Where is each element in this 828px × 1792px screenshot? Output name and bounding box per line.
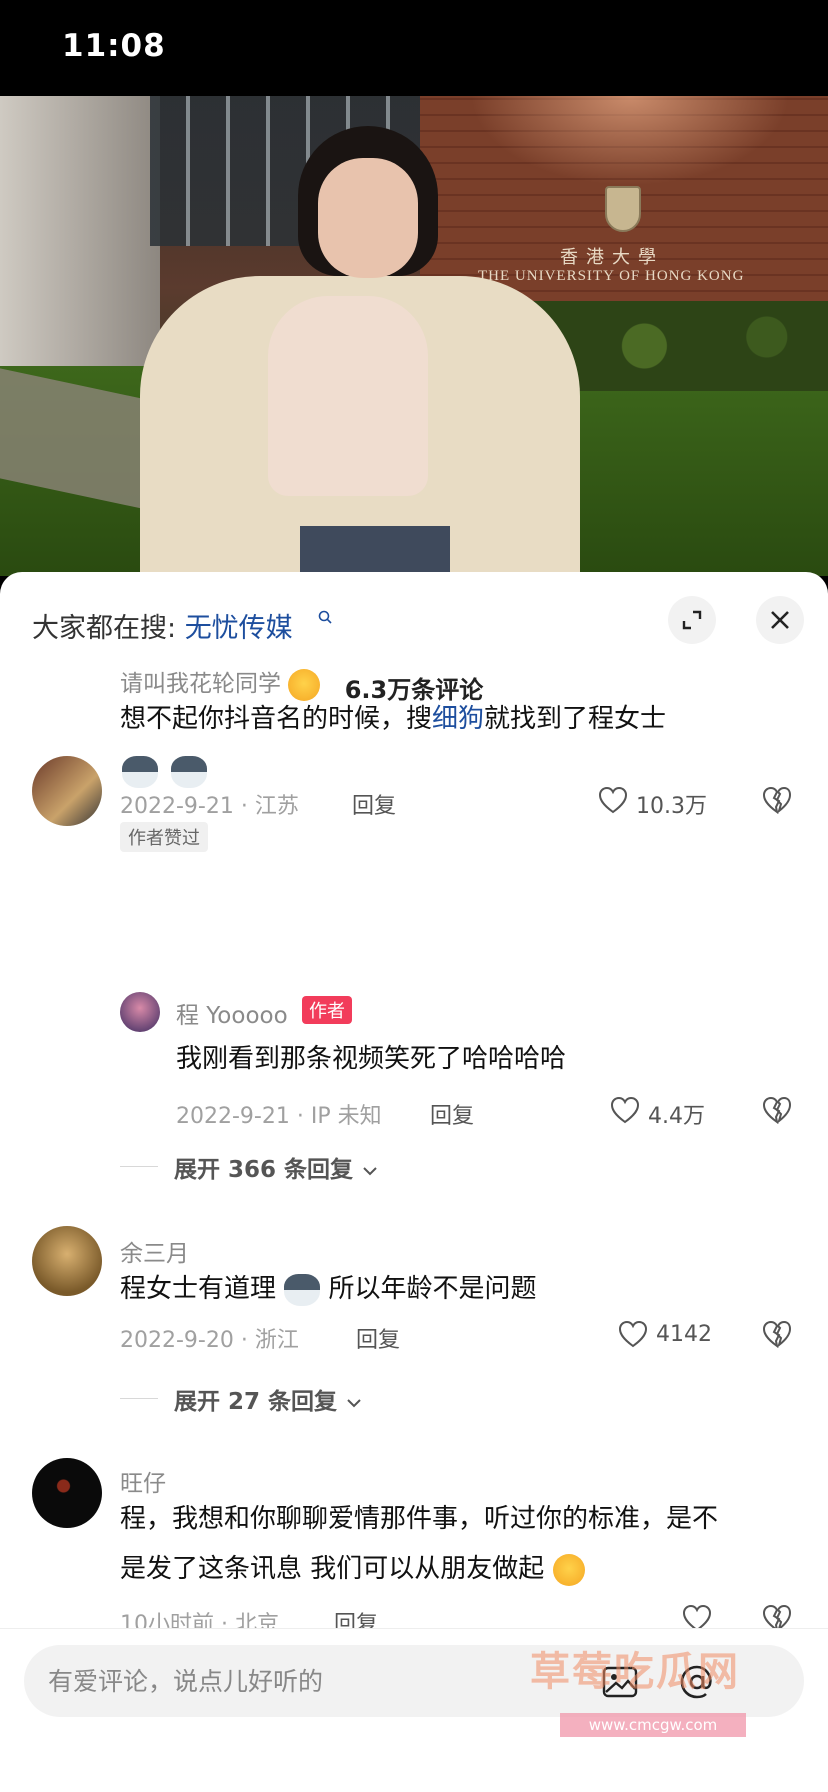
person-face: [318, 158, 418, 278]
reply-text: 我刚看到那条视频笑死了哈哈哈哈: [176, 1044, 567, 1074]
comment-text-part: 是发了这条讯息 我们可以从朋友做起: [120, 1554, 545, 1584]
sign-chinese: 香港大學: [560, 247, 664, 268]
husky-emoji-icon: [171, 756, 208, 788]
expand-replies-label: 展开 366 条回复: [174, 1157, 354, 1183]
reply-button[interactable]: 回复: [356, 1322, 400, 1354]
avatar[interactable]: [120, 992, 160, 1032]
close-button[interactable]: [756, 596, 804, 644]
comment-date-location: 2022-9-21 · 江苏: [120, 794, 299, 819]
like-heart-icon[interactable]: [618, 1320, 648, 1348]
like-heart-icon[interactable]: [610, 1096, 640, 1124]
comment-text-part: 所以年龄不是问题: [328, 1274, 537, 1304]
author-liked-badge: 作者赞过: [120, 822, 208, 852]
comment-sheet: 大家都在搜: 无忧传媒 6.3万条评论 请叫我花轮同学 想不起你抖音名的时候，搜…: [0, 572, 828, 1792]
reply-button[interactable]: 回复: [430, 1098, 474, 1130]
expand-button[interactable]: [668, 596, 716, 644]
dislike-broken-heart-icon[interactable]: [762, 786, 792, 814]
video-wall-light: [470, 96, 790, 186]
status-time: 11:08: [62, 28, 166, 64]
reply-username[interactable]: 程 Yooooo: [176, 996, 288, 1030]
search-suggestion-term[interactable]: 无忧传媒: [185, 613, 293, 644]
comment-text-part: 想不起你抖音名的时候，搜: [120, 704, 433, 734]
watermark-text: 草莓吃瓜网: [530, 1649, 740, 1695]
dislike-broken-heart-icon[interactable]: [762, 1320, 792, 1348]
expand-replies-button[interactable]: 展开 27 条回复: [174, 1382, 363, 1416]
search-suggestion-label: 大家都在搜:: [32, 613, 185, 644]
husky-emoji-icon: [122, 756, 158, 788]
husky-emoji-icon: [284, 1273, 321, 1306]
divider: [120, 1166, 158, 1167]
like-count: 10.3万: [636, 794, 707, 819]
comment-username[interactable]: 旺仔: [120, 1464, 166, 1498]
avatar[interactable]: [32, 756, 102, 826]
author-badge: 作者: [302, 996, 352, 1024]
person-jeans: [300, 526, 450, 576]
smile-emoji-icon: [552, 1553, 585, 1586]
like-count: 4.4万: [648, 1104, 705, 1129]
chevron-down-icon: [347, 1398, 361, 1407]
person-top: [268, 296, 428, 496]
comment-text-line: 是发了这条讯息 我们可以从朋友做起: [120, 1544, 585, 1594]
university-crest-icon: [605, 186, 641, 232]
reply-date-location: 2022-9-21 · IP 未知: [176, 1104, 382, 1129]
search-icon: [318, 610, 332, 624]
comment-emojis: [122, 756, 208, 788]
search-suggestion[interactable]: 大家都在搜: 无忧传媒: [32, 606, 293, 645]
comment-text-line: 程，我想和你聊聊爱情那件事，听过你的标准，是不: [120, 1504, 719, 1534]
video-building-left: [0, 96, 160, 366]
comment-text-part: 程女士有道理: [120, 1274, 277, 1304]
sign-english: THE UNIVERSITY OF HONG KONG: [478, 268, 745, 284]
close-icon: [771, 611, 789, 629]
comment-username[interactable]: 余三月: [120, 1234, 189, 1268]
comment-input-bar: 草莓吃瓜网 www.cmcgw.com: [0, 1628, 828, 1792]
like-heart-icon[interactable]: [598, 786, 628, 814]
comment-text-part: 就找到了程女士: [484, 704, 667, 734]
expand-replies-button[interactable]: 展开 366 条回复: [174, 1150, 379, 1184]
comment-date-location: 2022-9-20 · 浙江: [120, 1328, 299, 1353]
chevron-down-icon: [363, 1166, 377, 1175]
reply-button[interactable]: 回复: [352, 788, 396, 820]
expand-icon: [682, 610, 702, 630]
expand-replies-label: 展开 27 条回复: [174, 1389, 338, 1415]
like-count: 4142: [656, 1322, 712, 1347]
divider: [120, 1398, 158, 1399]
comment-text: 程女士有道理 所以年龄不是问题: [120, 1264, 537, 1314]
watermark-url: www.cmcgw.com: [560, 1713, 746, 1737]
comment-text: 想不起你抖音名的时候，搜细狗就找到了程女士: [120, 694, 780, 744]
comment-search-link[interactable]: 细狗: [432, 704, 484, 734]
status-bar: 11:08: [0, 0, 828, 96]
dislike-broken-heart-icon[interactable]: [762, 1096, 792, 1124]
video-player[interactable]: 香港大學 THE UNIVERSITY OF HONG KONG: [0, 96, 828, 576]
comment-input[interactable]: [48, 1661, 568, 1701]
avatar[interactable]: [32, 1458, 102, 1528]
avatar[interactable]: [32, 1226, 102, 1296]
